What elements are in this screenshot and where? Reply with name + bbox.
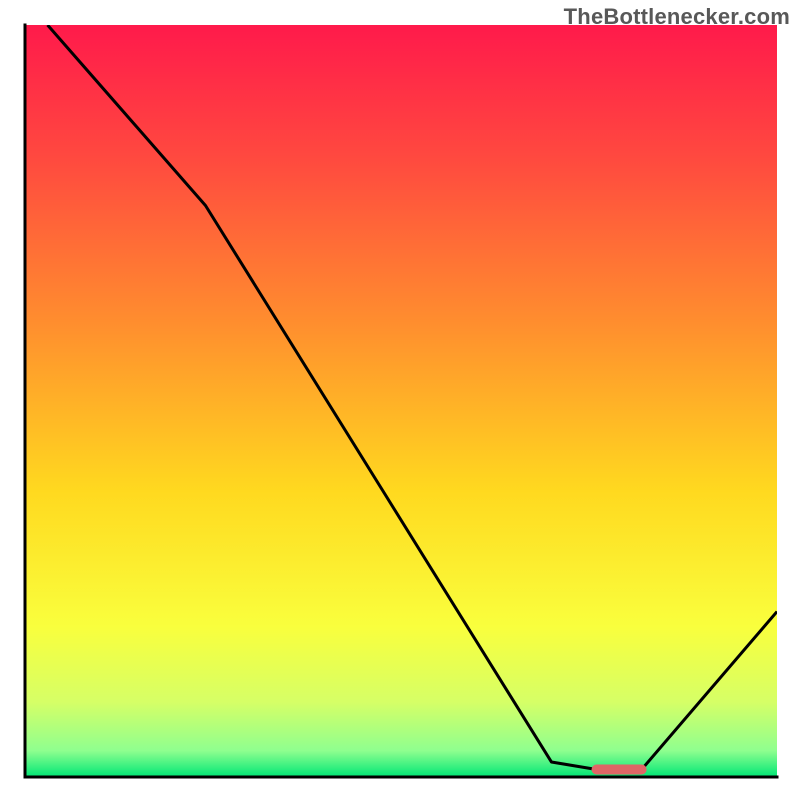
chart-svg: [0, 0, 800, 800]
bottleneck-chart: TheBottlenecker.com: [0, 0, 800, 800]
gradient-background: [25, 25, 777, 777]
attribution-watermark: TheBottlenecker.com: [564, 4, 790, 30]
